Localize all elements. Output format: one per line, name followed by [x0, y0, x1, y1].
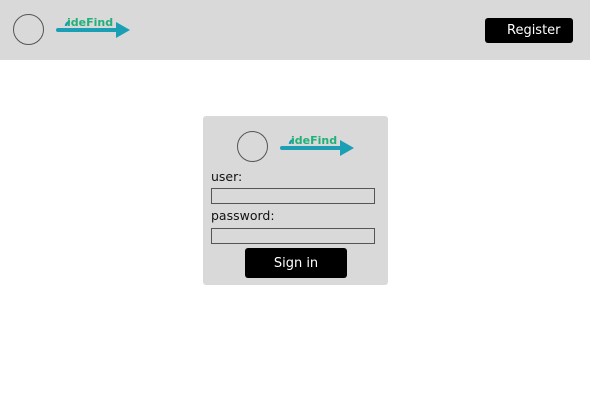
logo-text: ideFind [291, 134, 337, 147]
password-label: password: [211, 208, 275, 223]
user-label: user: [211, 169, 243, 184]
login-card: ideFind user: password: Sign in [203, 116, 388, 285]
password-input[interactable] [211, 228, 375, 244]
user-input[interactable] [211, 188, 375, 204]
avatar [237, 131, 268, 162]
sign-in-button[interactable]: Sign in [245, 248, 347, 278]
ridefind-logo: ideFind [279, 130, 359, 162]
register-button[interactable]: Register [485, 18, 573, 43]
top-navigation-bar: ideFind Register [0, 0, 590, 60]
ridefind-logo[interactable]: ideFind [55, 12, 135, 44]
avatar[interactable] [13, 14, 44, 45]
logo-text: ideFind [67, 16, 113, 29]
